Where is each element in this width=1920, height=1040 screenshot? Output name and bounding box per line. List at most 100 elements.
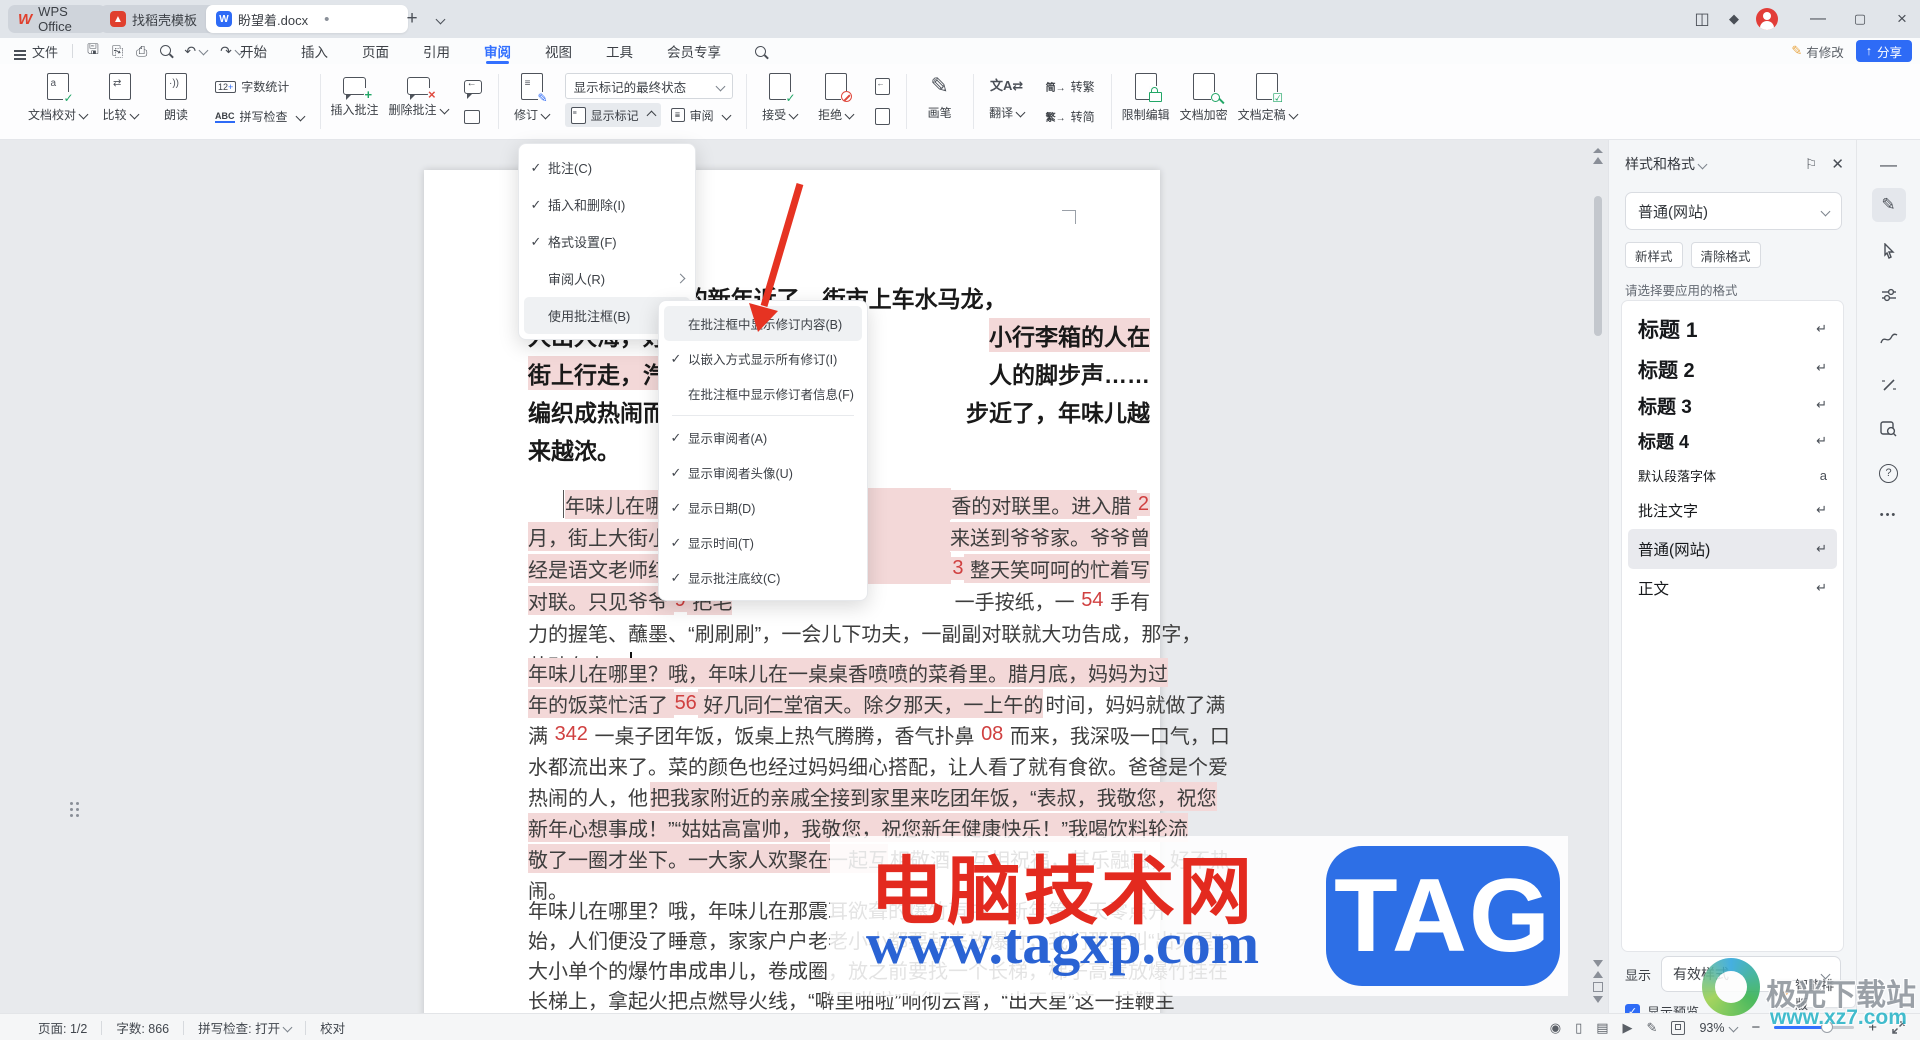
balloons-submenu-item[interactable]: ✓ 以嵌入方式显示所有修订(I) bbox=[664, 341, 862, 376]
current-style-combobox[interactable]: 普通(网站) bbox=[1625, 192, 1842, 230]
ink-mode-icon[interactable]: ✎ bbox=[1647, 1020, 1658, 1036]
encrypt-document-button[interactable]: 文档加密 bbox=[1180, 64, 1228, 139]
signature-icon[interactable] bbox=[1872, 322, 1906, 356]
adjust-sliders-icon[interactable] bbox=[1872, 278, 1906, 312]
search-icon[interactable] bbox=[755, 38, 766, 64]
tab-reference[interactable]: 引用 bbox=[423, 38, 450, 64]
balloons-submenu-item[interactable]: ✓ 显示审阅者头像(U) bbox=[664, 455, 862, 490]
review-pane-button[interactable]: ≣ 审阅 bbox=[665, 103, 736, 127]
style-item[interactable]: 普通(网站) ↵ bbox=[1628, 529, 1837, 569]
style-item[interactable]: 标题 3 ↵ bbox=[1628, 387, 1837, 423]
style-item[interactable]: 标题 4 ↵ bbox=[1628, 423, 1837, 459]
show-markup-menu-item[interactable]: ✓ 批注(C) bbox=[524, 149, 690, 186]
balloons-submenu-item[interactable]: ✓ 显示批注底纹(C) bbox=[664, 560, 862, 595]
tab-insert[interactable]: 插入 bbox=[301, 38, 328, 64]
drag-handle-icon[interactable] bbox=[70, 802, 80, 818]
show-markup-menu-item[interactable]: ✓ 插入和删除(I) bbox=[524, 186, 690, 223]
track-changes-button[interactable]: ≡ ✎ 修订 bbox=[509, 64, 555, 139]
output-icon[interactable]: ⎘ bbox=[112, 43, 123, 60]
select-cursor-icon[interactable] bbox=[1872, 234, 1906, 268]
tab-home[interactable]: 开始 bbox=[240, 38, 267, 64]
undo-button[interactable]: ↶ bbox=[184, 43, 209, 60]
proofing-status[interactable]: 校对 bbox=[320, 1018, 345, 1037]
doc-proof-button[interactable]: a ✓ 文档校对 bbox=[28, 64, 89, 139]
save-icon[interactable]: 🖫 bbox=[87, 39, 99, 63]
panel-close-icon[interactable]: ✕ bbox=[1831, 155, 1844, 173]
new-style-button[interactable]: 新样式 bbox=[1625, 242, 1683, 268]
file-menu[interactable]: 文件 bbox=[14, 42, 58, 61]
balloons-submenu-item[interactable]: ✓ 显示时间(T) bbox=[664, 525, 862, 560]
browse-object-icon[interactable] bbox=[1593, 982, 1603, 992]
pin-icon[interactable]: ⚐ bbox=[1805, 156, 1818, 173]
tab-docer-templates[interactable]: ▲ 找稻壳模板 bbox=[100, 5, 216, 33]
minimize-button[interactable]: — bbox=[1806, 7, 1830, 31]
finalize-document-button[interactable]: ☑ 文档定稿 bbox=[1238, 64, 1299, 139]
next-change-button[interactable] bbox=[869, 105, 896, 129]
balloons-submenu-item[interactable]: ✓ 显示日期(D) bbox=[664, 490, 862, 525]
previous-page-icon[interactable] bbox=[1593, 971, 1603, 978]
split-layout-icon[interactable]: ◫ bbox=[1690, 7, 1714, 31]
balloons-submenu-item[interactable]: 在批注框中显示修订内容(B) bbox=[664, 306, 862, 341]
page-view-icon[interactable]: ▯ bbox=[1575, 1020, 1582, 1036]
clear-format-button[interactable]: 清除格式 bbox=[1690, 242, 1761, 268]
style-item[interactable]: 正文 ↵ bbox=[1628, 569, 1837, 607]
panel-title-chevron[interactable] bbox=[1697, 159, 1708, 169]
show-markup-menu-item[interactable]: 审阅人(R) bbox=[524, 260, 690, 297]
previous-change-button[interactable]: ← bbox=[869, 75, 896, 99]
compare-button[interactable]: ⇄ 比较 bbox=[97, 64, 143, 139]
help-icon[interactable]: ? bbox=[1872, 456, 1906, 490]
accept-button[interactable]: ✓ 接受 bbox=[757, 64, 803, 139]
style-item[interactable]: 标题 2 ↵ bbox=[1628, 349, 1837, 387]
tab-view[interactable]: 视图 bbox=[545, 38, 572, 64]
show-markup-menu-item[interactable]: ✓ 格式设置(F) bbox=[524, 223, 690, 260]
ink-pen-button[interactable]: ✎ 画笔 bbox=[917, 64, 963, 139]
tab-list-chevron[interactable] bbox=[426, 7, 450, 31]
scroll-down-icon[interactable] bbox=[1593, 960, 1603, 967]
spell-check-button[interactable]: ABC 拼写检查 bbox=[209, 105, 310, 129]
tab-member[interactable]: 会员专享 bbox=[667, 38, 721, 64]
print-preview-icon[interactable] bbox=[160, 43, 172, 59]
delete-comment-button[interactable]: × 删除批注 bbox=[389, 64, 450, 139]
tab-page[interactable]: 页面 bbox=[362, 38, 389, 64]
insert-comment-button[interactable]: + 插入批注 bbox=[331, 64, 379, 139]
format-brush-icon[interactable] bbox=[1872, 368, 1906, 402]
translate-button[interactable]: 文A⇄ 翻译 bbox=[984, 64, 1030, 139]
style-item[interactable]: 标题 1 ↵ bbox=[1628, 309, 1837, 349]
eye-protection-icon[interactable]: ◉ bbox=[1550, 1020, 1561, 1036]
fit-page-icon[interactable] bbox=[1671, 1020, 1686, 1035]
user-avatar[interactable] bbox=[1756, 8, 1778, 30]
maximize-button[interactable]: ▢ bbox=[1848, 7, 1872, 31]
fullscreen-play-icon[interactable]: ▶ bbox=[1623, 1020, 1633, 1036]
scrollbar-thumb[interactable] bbox=[1594, 196, 1602, 336]
reject-button[interactable]: 拒绝 bbox=[813, 64, 859, 139]
previous-comment-button[interactable]: ← bbox=[458, 75, 488, 99]
to-simplified-button[interactable]: 繁→ 转简 bbox=[1040, 105, 1101, 129]
tab-tools[interactable]: 工具 bbox=[606, 38, 633, 64]
word-count-button[interactable]: 12+ 字数统计 bbox=[209, 75, 310, 99]
more-tools-icon[interactable]: ••• bbox=[1872, 498, 1906, 532]
markup-state-combobox[interactable]: 显示标记的最终状态 bbox=[564, 73, 733, 99]
premium-gem-icon[interactable]: ◆ bbox=[1722, 7, 1746, 31]
to-traditional-button[interactable]: 简→ 转繁 bbox=[1040, 75, 1101, 99]
next-page-icon[interactable] bbox=[1593, 996, 1603, 1003]
tab-document-active[interactable]: W 盼望着.docx • bbox=[206, 5, 408, 33]
collapse-panel-icon[interactable]: — bbox=[1872, 148, 1906, 182]
restrict-editing-button[interactable]: 限制编辑 bbox=[1122, 64, 1170, 139]
web-layout-icon[interactable]: ▤ bbox=[1596, 1020, 1608, 1036]
print-icon[interactable]: ⎙ bbox=[136, 43, 147, 60]
edit-pen-icon[interactable]: ✎ bbox=[1871, 188, 1906, 222]
doc-finder-icon[interactable] bbox=[1872, 412, 1906, 446]
scroll-top-icon[interactable] bbox=[1593, 148, 1603, 153]
next-comment-button[interactable] bbox=[458, 105, 488, 129]
show-markup-button[interactable]: ≡ 显示标记 bbox=[564, 103, 661, 127]
share-button[interactable]: ↑ 分享 bbox=[1855, 40, 1912, 62]
balloons-submenu-item[interactable]: 在批注框中显示修订者信息(F) bbox=[664, 376, 862, 411]
style-item[interactable]: 默认段落字体 a bbox=[1628, 459, 1837, 491]
tab-review[interactable]: 审阅 bbox=[484, 38, 511, 64]
style-item[interactable]: 批注文字 ↵ bbox=[1628, 491, 1837, 529]
modified-status[interactable]: ✎ 有修改 bbox=[1791, 42, 1843, 61]
scroll-up-icon[interactable] bbox=[1593, 157, 1603, 164]
spellcheck-status[interactable]: 拼写检查: 打开 bbox=[198, 1018, 293, 1037]
new-tab-button[interactable]: + bbox=[400, 7, 424, 31]
balloons-submenu-item[interactable]: ✓ 显示审阅者(A) bbox=[664, 420, 862, 455]
